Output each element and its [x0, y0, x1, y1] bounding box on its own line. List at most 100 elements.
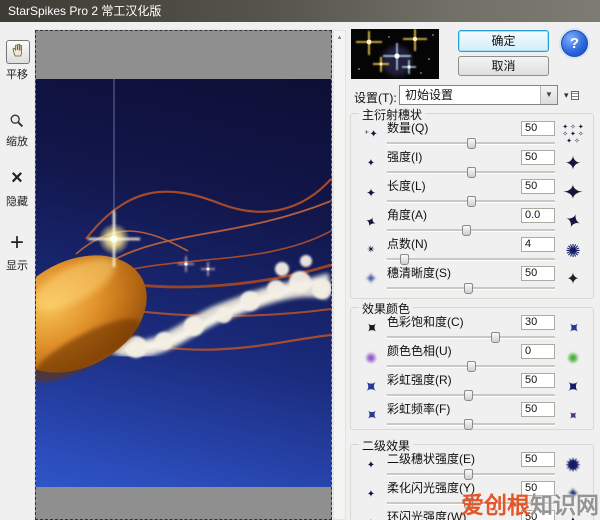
- bright-star-icon: ✦: [555, 149, 591, 178]
- slider-row: ✦长度(L)50✦: [351, 178, 593, 207]
- slider-thumb[interactable]: [464, 283, 473, 294]
- window-title-bar[interactable]: StarSpikes Pro 2 常工汉化版: [0, 0, 600, 22]
- preview-image[interactable]: [36, 79, 331, 487]
- slider-track[interactable]: [387, 361, 555, 372]
- preset-menu-button[interactable]: ▾: [564, 88, 584, 102]
- slider-track[interactable]: [387, 419, 555, 430]
- show-tool-button[interactable]: +: [0, 232, 34, 254]
- cancel-button[interactable]: 取消: [458, 56, 549, 76]
- watermark-text-red: 爱创根: [461, 492, 530, 518]
- value-input[interactable]: 4: [521, 237, 555, 252]
- slider-track[interactable]: [387, 283, 555, 294]
- slider-thumb[interactable]: [467, 167, 476, 178]
- blue-burst-star-icon: ✹: [555, 451, 591, 480]
- slider-track[interactable]: [387, 254, 555, 265]
- slider-track[interactable]: [387, 469, 555, 480]
- long-spike-star-icon: ✦: [549, 178, 598, 207]
- value-input[interactable]: 0.0: [521, 208, 555, 223]
- value-input[interactable]: 30: [521, 315, 555, 330]
- value-input[interactable]: 0: [521, 344, 555, 359]
- slider-row: ✦彩虹强度(R)50✦: [351, 372, 593, 401]
- slider-thumb[interactable]: [467, 138, 476, 149]
- dim-star-icon: ✦: [355, 149, 387, 178]
- blurry-star-icon: ✦: [355, 265, 387, 294]
- slider-track[interactable]: [387, 390, 555, 401]
- preview-canvas[interactable]: [35, 30, 332, 520]
- slider-track[interactable]: [387, 196, 555, 207]
- slider-label: 二级穗状强度(E): [387, 452, 475, 467]
- zoom-tool-button[interactable]: [0, 113, 34, 134]
- slider-thumb[interactable]: [464, 469, 473, 480]
- value-input[interactable]: 50: [521, 452, 555, 467]
- hide-tool-label: 隐藏: [0, 193, 34, 209]
- question-mark-icon: ?: [570, 35, 579, 52]
- slider-label: 穗清晰度(S): [387, 266, 451, 281]
- window-title: StarSpikes Pro 2 常工汉化版: [8, 4, 161, 18]
- slider-row: ✦色彩饱和度(C)30✦: [351, 314, 593, 343]
- sparse-stars-icon: ⁺✦: [355, 120, 387, 149]
- slider-track[interactable]: [387, 332, 555, 343]
- preset-dropdown[interactable]: 初始设置 ▼: [399, 85, 558, 105]
- show-tool-label: 显示: [0, 257, 34, 273]
- soft-flare-star-icon: ✦: [355, 480, 387, 509]
- slider-label: 角度(A): [387, 208, 427, 223]
- effect-thumbnail: [351, 29, 439, 79]
- chevron-down-icon[interactable]: ▼: [540, 86, 557, 104]
- slider-thumb[interactable]: [464, 419, 473, 430]
- preview-scrollbar[interactable]: ▴: [333, 30, 346, 520]
- slider-thumb[interactable]: [462, 225, 471, 236]
- slider-label: 色彩饱和度(C): [387, 315, 464, 330]
- value-input[interactable]: 50: [521, 402, 555, 417]
- show-plus-icon: +: [10, 229, 24, 256]
- group-primary-spikes: 主衍射穗状 ⁺✦数量(Q)50✦ ✧ ✦ ✧ ✦ ✧ ✦ ✧✦强度(I)50✦✦…: [350, 113, 594, 299]
- pan-tool-button[interactable]: [6, 40, 30, 64]
- slider-label: 彩虹强度(R): [387, 373, 452, 388]
- pan-tool-label: 平移: [0, 66, 34, 82]
- small-secondary-star-icon: ✦: [355, 451, 387, 480]
- slider-label: 彩虹频率(F): [387, 402, 450, 417]
- many-points-burst-icon: ✺: [555, 236, 591, 265]
- starfield-thumbnail-image: [351, 29, 439, 79]
- value-input[interactable]: 50: [521, 150, 555, 165]
- hide-tool-button[interactable]: ×: [0, 168, 34, 188]
- help-button[interactable]: ?: [561, 30, 588, 57]
- slider-thumb[interactable]: [467, 196, 476, 207]
- slider-label: 环闪光强度(W): [387, 510, 466, 520]
- slider-thumb[interactable]: [491, 332, 500, 343]
- slider-thumb[interactable]: [467, 361, 476, 372]
- slider-thumb[interactable]: [400, 254, 409, 265]
- ok-button[interactable]: 确定: [458, 30, 549, 52]
- menu-list-icon: [571, 91, 579, 100]
- slider-label: 颜色色相(U): [387, 344, 452, 359]
- slider-row: ✦强度(I)50✦: [351, 149, 593, 178]
- slider-label: 点数(N): [387, 237, 428, 252]
- flyout-arrow-icon: ▾: [564, 90, 569, 101]
- hide-x-icon: ×: [11, 167, 23, 189]
- zoom-tool-label: 缩放: [0, 133, 34, 149]
- slider-thumb[interactable]: [464, 390, 473, 401]
- group-effect-colors: 效果颜色 ✦色彩饱和度(C)30✦✺颜色色相(U)0✺✦彩虹强度(R)50✦✦彩…: [350, 307, 594, 430]
- value-input[interactable]: 50: [521, 373, 555, 388]
- dense-stars-icon: ✦ ✧ ✦ ✧ ✦ ✧ ✦ ✧: [555, 120, 591, 149]
- slider-track[interactable]: [387, 167, 555, 178]
- slider-track[interactable]: [387, 138, 555, 149]
- ring-flare-star-icon: ✦: [355, 509, 387, 520]
- jellyfish-image: [36, 79, 331, 487]
- short-spike-star-icon: ✦: [355, 178, 387, 207]
- slider-row: ✴点数(N) 4✺: [351, 236, 593, 265]
- slider-row: ✦角度(A)0.0✦: [351, 207, 593, 236]
- slider-label: 强度(I): [387, 150, 422, 165]
- few-points-star-icon: ✴: [355, 236, 387, 265]
- value-input[interactable]: 50: [521, 266, 555, 281]
- preset-dropdown-value: 初始设置: [405, 88, 453, 102]
- magnifier-icon: [9, 116, 25, 133]
- sharp-star-icon: ✦: [555, 265, 591, 294]
- slider-label: 数量(Q): [387, 121, 428, 136]
- slider-row: ⁺✦数量(Q) 50✦ ✧ ✦ ✧ ✦ ✧ ✦ ✧: [351, 120, 593, 149]
- value-input[interactable]: 50: [521, 121, 555, 136]
- scroll-up-icon[interactable]: ▴: [338, 34, 342, 41]
- slider-row: ✺颜色色相(U)0✺: [351, 343, 593, 372]
- watermark-text-gray: 知识网: [530, 492, 599, 518]
- watermark: 爱创根知识网: [461, 486, 599, 520]
- slider-track[interactable]: [387, 225, 555, 236]
